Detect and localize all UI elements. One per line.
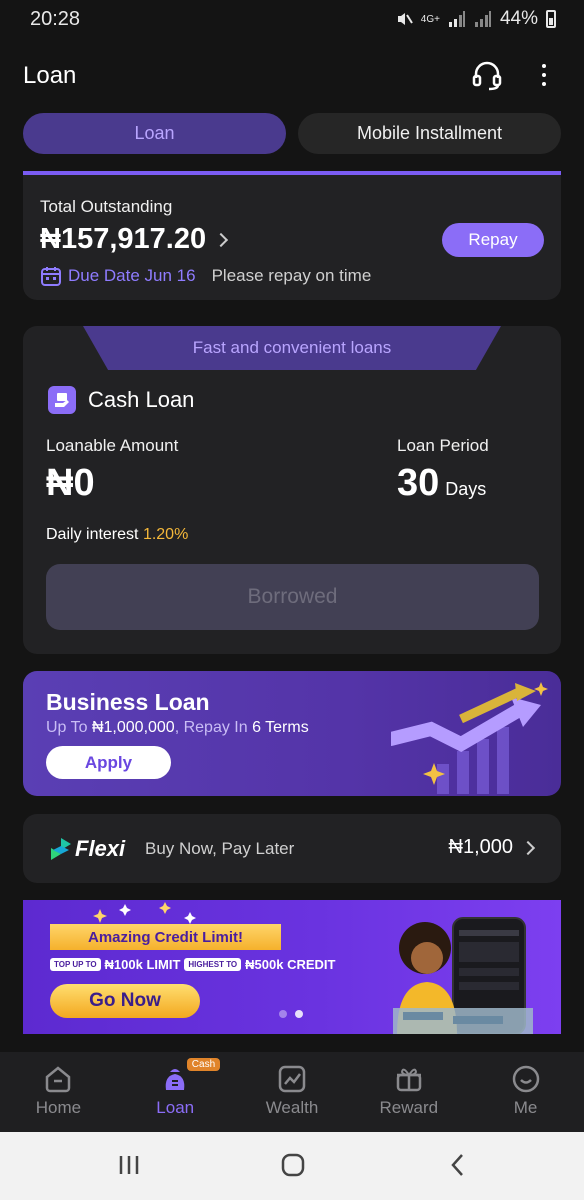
go-now-button[interactable]: Go Now [50, 984, 200, 1018]
flexi-amount-row: ₦1,000 [448, 836, 536, 859]
promo-text-1: ₦100k LIMIT [104, 957, 181, 972]
flexi-logo-icon [51, 838, 71, 860]
outstanding-amount: ₦157,917.20 [40, 223, 207, 255]
flexi-amount: ₦1,000 [448, 836, 514, 858]
nav-me[interactable]: Me [467, 1052, 584, 1132]
calendar-icon [41, 267, 61, 286]
nav-reward-label: Reward [379, 1098, 439, 1117]
battery-icon [546, 10, 556, 28]
cash-loan-title-row: Cash Loan [48, 386, 194, 414]
daily-interest-rate: 1.20% [142, 526, 189, 543]
daily-interest-label: Daily interest [46, 526, 139, 543]
due-date: Due Date Jun 16 [68, 266, 196, 285]
nav-home-label: Home [35, 1098, 82, 1117]
cash-loan-banner: Fast and convenient loans [83, 326, 501, 370]
status-bar: 20:28 4G+ 44% [0, 0, 584, 40]
repay-button[interactable]: Repay [442, 223, 544, 257]
outstanding-card: Total Outstanding ₦157,917.20 Due Date J… [23, 171, 561, 300]
cash-loan-title: Cash Loan [88, 387, 195, 412]
dot-icon [542, 82, 546, 86]
more-menu-button[interactable] [530, 58, 558, 92]
nav-loan-label: Loan [156, 1098, 195, 1117]
flexi-tagline: Buy Now, Pay Later [145, 839, 295, 858]
loan-icon [165, 1069, 185, 1090]
wealth-icon [278, 1065, 306, 1093]
dot-icon [542, 64, 546, 68]
loan-tabs: Loan Mobile Installment [23, 113, 561, 154]
growth-chart-illustration [391, 682, 548, 794]
business-loan-card[interactable]: Business Loan Up To ₦1,000,000, Repay In… [23, 671, 561, 796]
repay-note: Please repay on time [211, 266, 372, 285]
nav-loan[interactable]: Cash Loan [117, 1052, 234, 1132]
loan-period-value: 30 [397, 462, 440, 504]
carousel-dot-active[interactable] [295, 1010, 303, 1018]
page-title: Loan [23, 62, 77, 89]
bottom-nav: Home Cash Loan Wealth Reward Me [0, 1052, 584, 1132]
cash-loan-card: Fast and convenient loans Cash Loan Loan… [23, 326, 561, 654]
promo-text-2: ₦500k CREDIT [245, 957, 336, 972]
cash-badge: Cash [186, 1058, 221, 1071]
daily-interest: Daily interest 1.20% [46, 526, 188, 544]
tab-mobile-installment[interactable]: Mobile Installment [298, 113, 561, 154]
system-nav-bar [0, 1132, 584, 1200]
chevron-right-icon [214, 232, 229, 247]
business-loan-title: Business Loan [46, 689, 210, 715]
network-type: 4G+ [420, 13, 440, 25]
headset-icon[interactable] [470, 58, 504, 92]
loan-period-label: Loan Period [397, 436, 489, 455]
borrowed-button[interactable]: Borrowed [46, 564, 539, 630]
bl-sub-mid: , Repay In [174, 719, 248, 736]
flexi-logo: Flexi [51, 836, 125, 862]
signal-icon [448, 11, 465, 27]
battery-level: 44% [499, 8, 538, 29]
gift-icon [396, 1068, 422, 1092]
dot-icon [542, 73, 546, 77]
home-button-icon[interactable] [280, 1152, 306, 1178]
flexi-brand: Flexi [75, 836, 126, 861]
nav-wealth-label: Wealth [265, 1098, 319, 1117]
status-icons: 4G+ 44% [395, 8, 556, 30]
flexi-card[interactable]: Flexi Buy Now, Pay Later ₦1,000 [23, 814, 561, 883]
outstanding-label: Total Outstanding [40, 197, 173, 216]
status-time: 20:28 [30, 8, 81, 30]
loanable-amount-value: ₦0 [46, 462, 95, 504]
apply-button[interactable]: Apply [46, 746, 171, 779]
promo-details: TOP UP TO ₦100k LIMIT HIGHEST TO ₦500k C… [50, 957, 335, 972]
mute-icon [397, 13, 413, 25]
chevron-right-icon [520, 840, 536, 855]
carousel-dot[interactable] [279, 1010, 287, 1018]
due-date-row: Due Date Jun 16 Please repay on time [40, 265, 371, 287]
promo-ribbon: Amazing Credit Limit! [50, 924, 281, 950]
promo-person-illustration [393, 917, 533, 1034]
carousel-dots [279, 1010, 303, 1018]
smile-icon [512, 1065, 539, 1093]
loan-period: 30 Days [397, 462, 486, 505]
bl-sub-prefix: Up To [46, 719, 88, 736]
promo-pill-2: HIGHEST TO [184, 958, 242, 971]
back-icon[interactable] [446, 1152, 472, 1178]
app-header: Loan [0, 52, 584, 100]
recents-icon[interactable] [116, 1152, 142, 1178]
loanable-amount-label: Loanable Amount [46, 436, 179, 455]
tab-loan[interactable]: Loan [23, 113, 286, 154]
nav-me-label: Me [513, 1098, 538, 1117]
nav-home[interactable]: Home [0, 1052, 117, 1132]
nav-wealth[interactable]: Wealth [234, 1052, 351, 1132]
promo-pill-1: TOP UP TO [50, 958, 101, 971]
home-icon [46, 1066, 71, 1093]
cash-loan-icon [48, 386, 76, 414]
loan-period-unit: Days [445, 479, 487, 499]
promo-banner[interactable]: Amazing Credit Limit! TOP UP TO ₦100k LI… [23, 900, 561, 1034]
signal-icon-2 [474, 11, 491, 27]
stars-decoration [93, 902, 196, 924]
outstanding-amount-link[interactable]: ₦157,917.20 [40, 223, 229, 256]
business-loan-subtitle: Up To ₦1,000,000, Repay In 6 Terms [46, 719, 309, 737]
nav-reward[interactable]: Reward [350, 1052, 467, 1132]
bl-sub-amount: ₦1,000,000 [91, 719, 175, 736]
bl-sub-terms: 6 Terms [252, 719, 309, 736]
